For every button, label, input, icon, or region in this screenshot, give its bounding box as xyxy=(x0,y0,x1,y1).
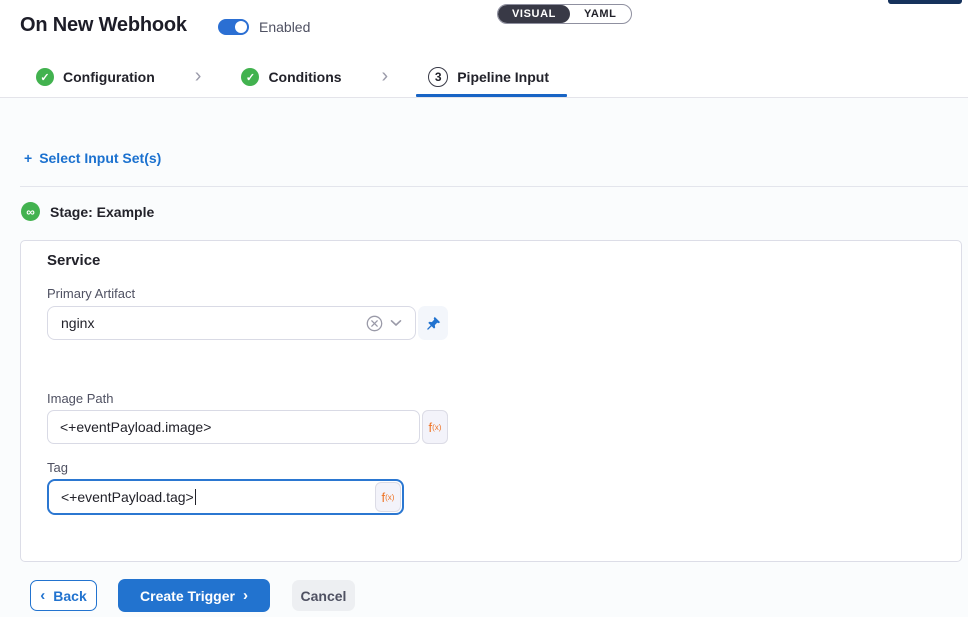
stage-label: Stage: Example xyxy=(50,204,154,220)
tag-value: <+eventPayload.tag> xyxy=(61,489,194,505)
enabled-toggle[interactable] xyxy=(218,19,249,35)
service-card: Service Primary Artifact nginx Image Pat… xyxy=(20,240,962,562)
primary-artifact-field: nginx xyxy=(47,306,448,340)
text-cursor xyxy=(195,489,197,505)
image-path-input[interactable]: <+eventPayload.image> xyxy=(47,410,420,444)
trigger-wizard-page: On New Webhook Enabled VISUAL YAML ✓ Con… xyxy=(0,0,968,617)
tag-field-focused: <+eventPayload.tag> f(x) xyxy=(47,479,404,515)
check-circle-icon: ✓ xyxy=(241,68,259,86)
step-wizard: ✓ Configuration › ✓ Conditions › 3 Pipel… xyxy=(0,57,968,98)
expression-fx-button[interactable]: f(x) xyxy=(422,410,448,444)
primary-artifact-value: nginx xyxy=(61,315,363,331)
step-label: Configuration xyxy=(63,69,155,85)
step-pipeline-input[interactable]: 3 Pipeline Input xyxy=(424,57,553,97)
chevron-right-icon: › xyxy=(195,66,202,89)
check-circle-icon: ✓ xyxy=(36,68,54,86)
step-configuration[interactable]: ✓ Configuration xyxy=(32,57,159,97)
chevron-right-icon: › xyxy=(382,66,389,89)
image-path-field: <+eventPayload.image> f(x) xyxy=(47,410,448,444)
primary-artifact-label: Primary Artifact xyxy=(47,286,135,301)
pipeline-input-panel: + Select Input Set(s) ∞ Stage: Example S… xyxy=(0,98,968,617)
clipped-top-right-element xyxy=(888,0,962,4)
expression-fx-button[interactable]: f(x) xyxy=(375,482,401,512)
enabled-toggle-group: Enabled xyxy=(218,19,310,35)
enabled-label: Enabled xyxy=(259,19,310,35)
clear-selection-icon[interactable] xyxy=(363,312,385,334)
pin-button[interactable] xyxy=(418,306,448,340)
mode-yaml-button[interactable]: YAML xyxy=(570,5,631,23)
step-conditions[interactable]: ✓ Conditions xyxy=(237,57,345,97)
visual-yaml-switch: VISUAL YAML xyxy=(497,4,632,24)
toggle-knob xyxy=(235,21,247,33)
plus-icon: + xyxy=(24,150,32,166)
active-tab-underline xyxy=(416,94,567,97)
back-button[interactable]: ‹ Back xyxy=(30,580,97,611)
fx-sub: (x) xyxy=(432,423,441,432)
chevron-right-icon: › xyxy=(243,588,248,603)
fx-sub: (x) xyxy=(385,493,394,502)
create-trigger-label: Create Trigger xyxy=(140,588,235,604)
image-path-label: Image Path xyxy=(47,391,114,406)
primary-artifact-select[interactable]: nginx xyxy=(47,306,416,340)
stage-row: ∞ Stage: Example xyxy=(21,202,154,221)
select-input-sets-link[interactable]: + Select Input Set(s) xyxy=(24,150,161,166)
service-heading: Service xyxy=(47,252,100,269)
cd-stage-icon: ∞ xyxy=(21,202,40,221)
cancel-label: Cancel xyxy=(301,588,347,604)
step-label: Conditions xyxy=(268,69,341,85)
create-trigger-button[interactable]: Create Trigger › xyxy=(118,579,270,612)
divider xyxy=(20,186,968,187)
mode-visual-button[interactable]: VISUAL xyxy=(498,5,570,23)
chevron-down-icon[interactable] xyxy=(385,312,407,334)
page-title: On New Webhook xyxy=(20,14,187,37)
select-input-sets-label: Select Input Set(s) xyxy=(39,150,161,166)
tag-label: Tag xyxy=(47,460,68,475)
image-path-value: <+eventPayload.image> xyxy=(60,419,211,435)
step-label: Pipeline Input xyxy=(457,69,549,85)
pushpin-icon xyxy=(426,316,441,331)
tag-input[interactable]: <+eventPayload.tag> xyxy=(49,481,375,513)
header: On New Webhook Enabled VISUAL YAML xyxy=(0,0,968,57)
chevron-left-icon: ‹ xyxy=(40,588,45,603)
step-number-icon: 3 xyxy=(428,67,448,87)
back-label: Back xyxy=(53,588,86,604)
cancel-button[interactable]: Cancel xyxy=(292,580,355,611)
